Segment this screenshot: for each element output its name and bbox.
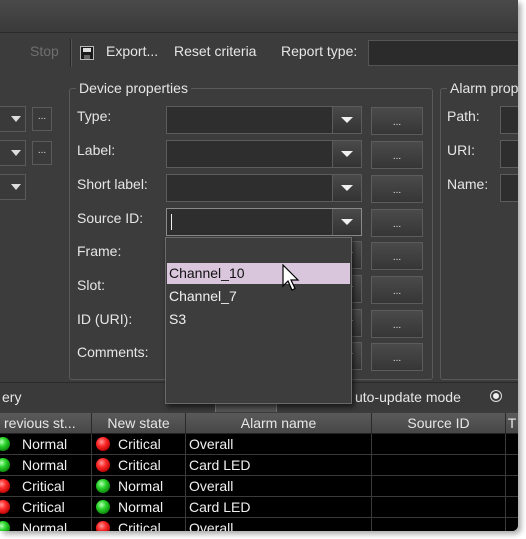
table-row[interactable]: Normal Critical Card LED	[0, 455, 518, 476]
chevron-down-icon	[11, 184, 21, 190]
table-header: revious st... New state Alarm name Sourc…	[0, 413, 518, 434]
label-browse-button[interactable]: ...	[371, 141, 423, 169]
stop-button[interactable]: Stop	[30, 43, 59, 59]
previous-state-cell: Normal	[0, 518, 92, 531]
source-id-browse-button[interactable]: ...	[371, 209, 423, 237]
chevron-down-icon	[11, 116, 21, 122]
name-label: Name:	[447, 176, 489, 192]
comments-browse-button[interactable]: ...	[371, 343, 423, 371]
left-browse-button-1[interactable]: ...	[32, 107, 52, 131]
source-id-cell	[372, 497, 506, 517]
report-type-label: Report type:	[281, 43, 358, 59]
auto-update-radio[interactable]	[490, 390, 502, 402]
dropdown-option-channel-10[interactable]: Channel_10	[167, 263, 350, 284]
table-row[interactable]: Critical Normal Card LED	[0, 497, 518, 518]
source-id-label: Source ID:	[77, 210, 144, 226]
report-type-field[interactable]	[368, 40, 518, 66]
source-id-cell	[372, 476, 506, 496]
source-id-cell	[372, 434, 506, 454]
column-t[interactable]: T	[506, 413, 518, 433]
title-strip	[0, 0, 518, 33]
left-combo-3[interactable]	[0, 174, 26, 200]
frame-browse-button[interactable]: ...	[371, 242, 423, 270]
save-icon	[80, 46, 94, 60]
short-label-dropdown-button[interactable]	[332, 175, 361, 201]
short-label-browse-button[interactable]: ...	[371, 175, 423, 203]
chevron-down-icon	[341, 117, 353, 123]
uri-label: URI:	[447, 142, 475, 158]
source-id-combo[interactable]	[166, 208, 362, 236]
alarm-name-cell: Overall	[186, 434, 372, 454]
frame-label: Frame:	[77, 243, 122, 259]
column-source-id[interactable]: Source ID	[372, 413, 506, 433]
device-properties-title: Device properties	[76, 80, 191, 96]
column-previous-state[interactable]: revious st...	[0, 413, 92, 433]
id-uri-label: ID (URI):	[77, 311, 133, 327]
source-id-dropdown-list: Channel_10 Channel_7 S3	[165, 237, 352, 404]
type-browse-button[interactable]: ...	[371, 107, 423, 135]
auto-update-label: uto-update mode	[355, 389, 461, 405]
type-combo[interactable]	[166, 106, 362, 134]
chevron-down-icon	[341, 185, 353, 191]
dropdown-option-s3[interactable]: S3	[167, 309, 350, 330]
new-state-cell: Critical	[92, 455, 186, 475]
left-combo-2[interactable]	[0, 140, 26, 166]
left-browse-button-2[interactable]: ...	[32, 141, 52, 165]
previous-state-cell: Critical	[0, 476, 92, 496]
new-state-cell: Critical	[92, 518, 186, 531]
toolbar: Stop Export... Reset criteria Report typ…	[0, 33, 518, 75]
export-button[interactable]: Export...	[106, 43, 158, 59]
text-caret	[171, 214, 172, 230]
left-combo-1[interactable]	[0, 106, 26, 132]
new-state-cell: Critical	[92, 434, 186, 454]
dropdown-option-channel-7[interactable]: Channel_7	[167, 286, 350, 307]
id-uri-browse-button[interactable]: ...	[371, 310, 423, 338]
source-id-cell	[372, 518, 506, 531]
alarm-name-cell: Card LED	[186, 497, 372, 517]
slot-browse-button[interactable]: ...	[371, 276, 423, 304]
previous-state-cell: Normal	[0, 434, 92, 454]
label-dropdown-button[interactable]	[332, 141, 361, 167]
column-new-state[interactable]: New state	[92, 413, 186, 433]
chevron-down-icon	[341, 219, 353, 225]
slot-label: Slot:	[77, 277, 106, 293]
new-state-cell: Normal	[92, 497, 186, 517]
app-window: Stop Export... Reset criteria Report typ…	[0, 0, 518, 531]
label-combo[interactable]	[166, 140, 362, 168]
type-dropdown-button[interactable]	[332, 107, 361, 133]
cursor-arrow-icon	[282, 264, 300, 291]
chevron-down-icon	[341, 151, 353, 157]
type-label: Type:	[77, 108, 112, 124]
name-field[interactable]	[500, 174, 518, 202]
path-label: Path:	[447, 108, 480, 124]
source-id-dropdown-button[interactable]	[332, 209, 361, 235]
alarm-name-cell: Card LED	[186, 455, 372, 475]
comments-label: Comments:	[77, 344, 149, 360]
chevron-down-icon	[11, 150, 21, 156]
splitter-handle[interactable]	[215, 403, 277, 412]
label-label: Label:	[77, 142, 116, 158]
path-field[interactable]	[500, 106, 518, 134]
table-row[interactable]: Critical Normal Overall	[0, 476, 518, 497]
new-state-cell: Normal	[92, 476, 186, 496]
short-label-label: Short label:	[77, 176, 148, 192]
source-id-cell	[372, 455, 506, 475]
column-alarm-name[interactable]: Alarm name	[186, 413, 372, 433]
alarm-name-cell: Overall	[186, 476, 372, 496]
table-row[interactable]: Normal Critical Overall	[0, 434, 518, 455]
table-row[interactable]: Normal Critical Overall	[0, 518, 518, 531]
toolbar-separator	[70, 39, 72, 67]
alarm-properties-title: Alarm prop	[447, 80, 518, 96]
previous-state-cell: Normal	[0, 455, 92, 475]
reset-criteria-button[interactable]: Reset criteria	[174, 43, 256, 59]
query-tab-label: ery	[2, 389, 22, 405]
previous-state-cell: Critical	[0, 497, 92, 517]
uri-field[interactable]	[500, 140, 518, 168]
short-label-combo[interactable]	[166, 174, 362, 202]
alarm-name-cell: Overall	[186, 518, 372, 531]
